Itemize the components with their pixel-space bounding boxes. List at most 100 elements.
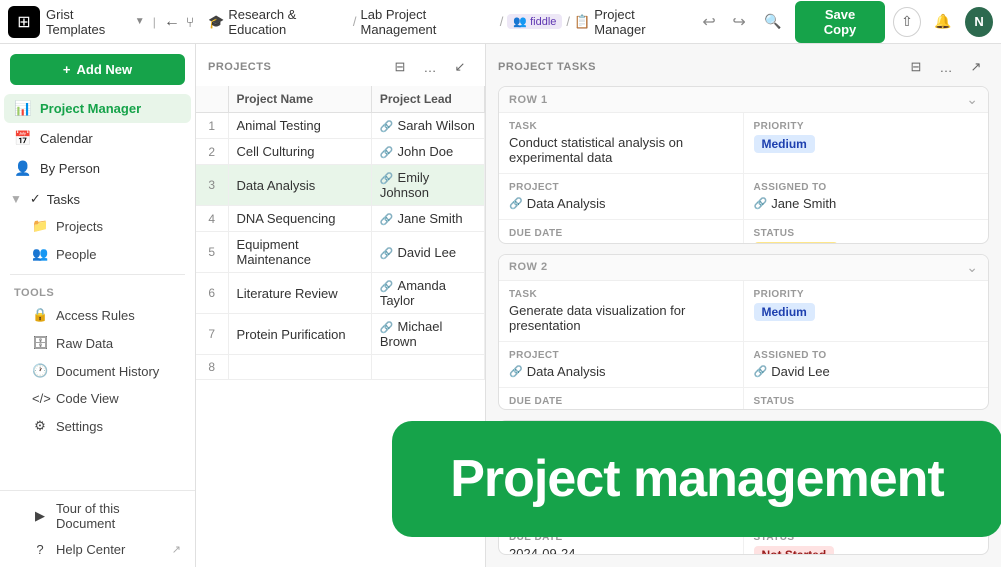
breadcrumb-project-manager[interactable]: Project Manager — [594, 7, 683, 37]
sidebar-item-label: Tour of this Document — [56, 501, 181, 531]
sidebar-item-tour[interactable]: ▶ Tour of this Document — [4, 496, 191, 536]
projects-collapse-button[interactable]: ↙ — [447, 54, 473, 80]
expand-icon[interactable]: ⌄ — [966, 259, 978, 276]
divider-icon: | — [153, 15, 156, 29]
table-row[interactable]: 5 Equipment Maintenance 🔗David Lee — [196, 232, 485, 273]
sidebar-item-label: Access Rules — [56, 308, 135, 323]
breadcrumb-fiddle[interactable]: 👥 fiddle — [507, 14, 562, 29]
sidebar-item-document-history[interactable]: 🕐 Document History — [4, 358, 191, 384]
tasks-panel-header: PROJECT TASKS ⊟ … ↗ — [486, 44, 1001, 86]
row-num: 1 — [196, 113, 228, 139]
expand-icon[interactable]: ⌄ — [966, 91, 978, 108]
link-icon: 🔗 — [380, 214, 394, 226]
breadcrumb-research[interactable]: Research & Education — [228, 7, 348, 37]
save-copy-button[interactable]: Save Copy — [795, 1, 885, 43]
sidebar-item-help[interactable]: ? Help Center ↗ — [4, 537, 191, 562]
projects-more-button[interactable]: … — [417, 54, 443, 80]
tasks-collapse-button[interactable]: ↗ — [963, 54, 989, 80]
clock-icon: 🕐 — [32, 363, 48, 379]
table-row[interactable]: 3 Data Analysis 🔗Emily Johnson — [196, 165, 485, 206]
tasks-collapse-icon: ▼ — [10, 192, 22, 206]
undo-button[interactable]: ↩ — [695, 8, 723, 36]
assigned-value: 🔗David Lee — [754, 364, 979, 379]
sidebar-item-label: Document History — [56, 364, 159, 379]
table-row[interactable]: 8 — [196, 355, 485, 380]
share-button[interactable]: ⇧ — [893, 7, 921, 37]
projects-panel-header: PROJECTS ⊟ … ↙ — [196, 44, 485, 86]
sidebar-item-projects[interactable]: 📁 Projects — [4, 213, 191, 239]
notifications-button[interactable]: 🔔 — [929, 7, 957, 37]
back-icon[interactable]: ← — [164, 13, 180, 31]
row-num: 6 — [196, 273, 228, 314]
table-row[interactable]: 1 Animal Testing 🔗Sarah Wilson — [196, 113, 485, 139]
sidebar-item-raw-data[interactable]: 🗄 Raw Data — [4, 330, 191, 356]
breadcrumb-sep-1: / — [353, 14, 357, 29]
sidebar-tasks-group[interactable]: ▼ ✓ Tasks — [0, 186, 195, 212]
sidebar: + Add New 📊 Project Manager 📅 Calendar 👤… — [0, 44, 196, 567]
avatar[interactable]: N — [965, 7, 993, 37]
status-badge: Not Started — [754, 546, 835, 555]
projects-filter-button[interactable]: ⊟ — [387, 54, 413, 80]
sidebar-item-code-view[interactable]: </> Code View — [4, 386, 191, 411]
app-name[interactable]: Grist Templates ▼ — [46, 7, 145, 37]
sidebar-item-project-manager[interactable]: 📊 Project Manager — [4, 94, 191, 123]
breadcrumb-lab[interactable]: Lab Project Management — [361, 7, 496, 37]
link-icon: 🔗 — [754, 197, 768, 210]
assigned-label: Assigned To — [754, 182, 979, 193]
tasks-filter-button[interactable]: ⊟ — [903, 54, 929, 80]
assigned-label: Assigned To — [754, 350, 979, 361]
search-button[interactable]: 🔍 — [759, 7, 787, 37]
redo-button[interactable]: ↪ — [725, 8, 753, 36]
tasks-group-label: Tasks — [47, 192, 80, 207]
gear-icon: ⚙ — [32, 418, 48, 434]
task-label: Task — [509, 289, 733, 300]
logo-icon: ⊞ — [17, 12, 30, 32]
table-row[interactable]: 7 Protein Purification 🔗Michael Brown — [196, 314, 485, 355]
link-icon: 🔗 — [380, 121, 394, 133]
row-num: 3 — [196, 165, 228, 206]
row-num: 2 — [196, 139, 228, 165]
link-icon: 🔗 — [754, 365, 768, 378]
status-value: In Progress — [754, 242, 979, 244]
sidebar-item-people[interactable]: 👥 People — [4, 241, 191, 267]
priority-label: Priority — [754, 121, 979, 132]
sidebar-item-by-person[interactable]: 👤 By Person — [4, 154, 191, 183]
sidebar-item-settings[interactable]: ⚙ Settings — [4, 413, 191, 439]
fork-icon[interactable]: ⑂ — [186, 14, 194, 30]
row-project-name: Literature Review — [228, 273, 371, 314]
row-project-name: Protein Purification — [228, 314, 371, 355]
main-layout: + Add New 📊 Project Manager 📅 Calendar 👤… — [0, 44, 1001, 567]
status-value: Not Started — [754, 546, 979, 555]
table-row[interactable]: 2 Cell Culturing 🔗John Doe — [196, 139, 485, 165]
assigned-value: 🔗Jane Smith — [754, 196, 979, 211]
fiddle-label: fiddle — [530, 16, 556, 28]
app-logo[interactable]: ⊞ — [8, 6, 40, 38]
breadcrumb: 🎓 Research & Education / Lab Project Man… — [208, 7, 683, 37]
row-project-name: Equipment Maintenance — [228, 232, 371, 273]
tools-section-label: TOOLS — [0, 281, 195, 301]
row-project-lead: 🔗Emily Johnson — [371, 165, 484, 206]
add-new-button[interactable]: + Add New — [10, 54, 185, 85]
link-icon: 🔗 — [509, 197, 523, 210]
due-date-label: Due Date — [509, 228, 733, 239]
due-date-label: Due Date — [509, 396, 733, 407]
play-icon: ▶ — [32, 508, 48, 524]
breadcrumb-edu-icon: 🎓 — [208, 14, 224, 30]
project-manager-icon: 📋 — [574, 14, 590, 30]
project-value-wrap: 🔗Data Analysis — [509, 364, 733, 379]
table-row[interactable]: 4 DNA Sequencing 🔗Jane Smith — [196, 206, 485, 232]
row-num: 5 — [196, 232, 228, 273]
link-icon: 🔗 — [509, 365, 523, 378]
sidebar-item-access-rules[interactable]: 🔒 Access Rules — [4, 302, 191, 328]
lock-icon: 🔒 — [32, 307, 48, 323]
table-row[interactable]: 6 Literature Review 🔗Amanda Taylor — [196, 273, 485, 314]
tasks-more-button[interactable]: … — [933, 54, 959, 80]
sidebar-item-label: Help Center — [56, 542, 125, 557]
sidebar-item-calendar[interactable]: 📅 Calendar — [4, 124, 191, 153]
breadcrumb-sep-2: / — [500, 14, 504, 29]
sidebar-item-label: Project Manager — [40, 101, 141, 116]
database-icon: 🗄 — [32, 335, 48, 351]
project-field: Project 🔗Data Analysis — [499, 342, 744, 388]
link-icon: 🔗 — [380, 147, 394, 159]
sidebar-item-label: Calendar — [40, 131, 93, 146]
